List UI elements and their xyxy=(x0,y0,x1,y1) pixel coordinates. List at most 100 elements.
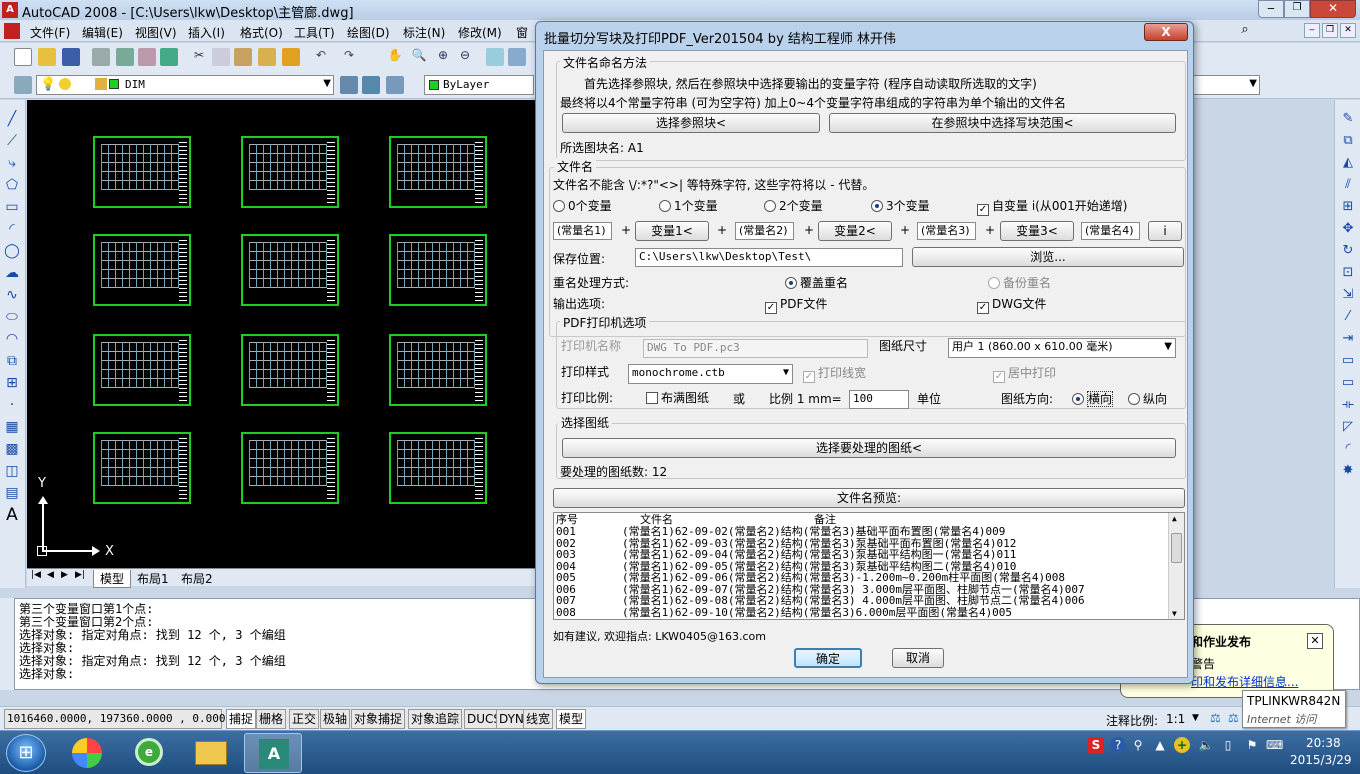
minimize-button[interactable]: ‒ xyxy=(1258,0,1284,18)
circle-icon[interactable]: ◯ xyxy=(3,242,21,260)
select-sheets-button[interactable]: 选择要处理的图纸< xyxy=(562,438,1176,458)
ime-tray-icon[interactable]: ⌨ xyxy=(1266,737,1283,753)
tab-nav-first-icon[interactable]: |◀ xyxy=(31,570,41,580)
doc-icon[interactable] xyxy=(4,23,20,39)
ratio-input[interactable]: 100 xyxy=(849,390,909,409)
layer-states-icon[interactable] xyxy=(386,76,404,94)
paste-icon[interactable] xyxy=(234,48,252,66)
make-block-icon[interactable]: ⊞ xyxy=(3,374,21,392)
clock-time[interactable]: 20:38 xyxy=(1306,736,1341,750)
overwrite-radio[interactable]: 覆盖重名 xyxy=(785,274,848,291)
grid-toggle[interactable]: 栅格 xyxy=(256,709,287,729)
doc-close-button[interactable]: ✕ xyxy=(1340,23,1356,38)
action-center-icon[interactable]: ⚑ xyxy=(1244,737,1260,753)
printer-name-dropdown[interactable]: DWG To PDF.pc3 xyxy=(643,339,868,358)
ortho-toggle[interactable]: 正交 xyxy=(289,709,320,729)
scroll-up-icon[interactable]: ▲ xyxy=(1172,513,1177,524)
taskbar-app-autocad[interactable]: A xyxy=(244,733,302,773)
annotation-scale-value[interactable]: 1:1 xyxy=(1166,712,1185,726)
variable-1-button[interactable]: 变量1< xyxy=(635,221,709,241)
increment-i-button[interactable]: i xyxy=(1148,221,1182,241)
layer-dropdown[interactable]: 💡 DIM ▼ xyxy=(36,75,334,95)
open-icon[interactable] xyxy=(38,48,56,66)
notification-link[interactable]: 印和发布详细信息... xyxy=(1191,673,1298,690)
network-tray-icon[interactable]: ⚲ xyxy=(1130,737,1146,753)
help-search-icon[interactable]: ⌕ xyxy=(1236,22,1254,40)
list-row[interactable]: 005 (常量名1)62-09-06(常量名2)结构(常量名3)-1.200m~0… xyxy=(556,572,1065,584)
stretch-icon[interactable]: ⇲ xyxy=(1339,286,1357,304)
ok-button[interactable]: 确定 xyxy=(794,648,862,668)
join-icon[interactable]: ⟛ xyxy=(1339,396,1357,414)
menu-tools[interactable]: 工具(T) xyxy=(294,24,335,41)
constant-1-field[interactable]: (常量名1) xyxy=(553,222,612,240)
model-toggle[interactable]: 模型 xyxy=(556,709,587,729)
menu-draw[interactable]: 绘图(D) xyxy=(347,24,390,41)
scale-icon[interactable]: ⊡ xyxy=(1339,264,1357,282)
tab-model[interactable]: 模型 xyxy=(93,570,132,588)
copy-object-icon[interactable]: ⧉ xyxy=(1339,132,1357,150)
var-option-1[interactable]: 1个变量 xyxy=(659,197,718,214)
auto-scale-icon[interactable]: ⚖ xyxy=(1228,711,1239,725)
select-reference-block-button[interactable]: 选择参照块< xyxy=(562,113,820,133)
device-tray-icon[interactable]: ▯ xyxy=(1220,737,1236,753)
dialog-close-button[interactable]: X xyxy=(1144,23,1188,41)
tab-nav-last-icon[interactable]: ▶| xyxy=(75,570,85,580)
line-icon[interactable]: ╱ xyxy=(3,110,21,128)
backup-radio[interactable]: 备份重名 xyxy=(988,274,1051,291)
make-current-layer-icon[interactable] xyxy=(340,76,358,94)
plot-lineweight-checkbox[interactable]: ✓ 打印线宽 xyxy=(803,364,866,383)
snap-toggle[interactable]: 捕捉 xyxy=(226,709,257,729)
menu-edit[interactable]: 编辑(E) xyxy=(82,24,123,41)
gradient-icon[interactable]: ▩ xyxy=(3,440,21,458)
ellipse-icon[interactable]: ⬭ xyxy=(3,308,21,326)
erase-icon[interactable]: ✎ xyxy=(1339,110,1357,128)
plot-style-dropdown[interactable]: monochrome.ctb ▼ xyxy=(628,364,793,384)
mtext-icon[interactable]: A xyxy=(3,506,21,524)
taskbar-app-paint[interactable] xyxy=(58,733,116,773)
close-window-button[interactable]: ✕ xyxy=(1310,0,1356,18)
scroll-thumb[interactable] xyxy=(1171,533,1182,563)
list-scrollbar[interactable]: ▲ ▼ xyxy=(1168,513,1184,619)
filename-preview-button[interactable]: 文件名预览: xyxy=(553,488,1185,508)
start-button[interactable]: ⊞ xyxy=(6,734,46,772)
filename-preview-list[interactable]: 序号 文件名 备注 001 (常量名1)62-09-02(常量名2)结构(常量名3… xyxy=(553,512,1185,620)
paper-size-dropdown[interactable]: 用户 1 (860.00 x 610.00 毫米) ▼ xyxy=(948,338,1176,358)
constant-3-field[interactable]: (常量名3) xyxy=(917,222,976,240)
rectangle-icon[interactable]: ▭ xyxy=(3,198,21,216)
constant-4-field[interactable]: (常量名4) xyxy=(1081,222,1140,240)
zoom-window-icon[interactable]: ⊕ xyxy=(434,48,452,66)
trim-icon[interactable]: ⁄ xyxy=(1339,308,1357,326)
list-row[interactable]: 001 (常量名1)62-09-02(常量名2)结构(常量名3)基础平面布置图(常… xyxy=(556,526,1005,538)
landscape-radio[interactable]: 横向 xyxy=(1072,390,1114,407)
clock-date[interactable]: 2015/3/29 xyxy=(1290,753,1352,767)
menu-dimension[interactable]: 标注(N) xyxy=(403,24,445,41)
otrack-toggle[interactable]: 对象追踪 xyxy=(408,709,463,729)
zoom-realtime-icon[interactable]: 🔍 xyxy=(410,48,428,66)
insert-block-icon[interactable]: ⧉ xyxy=(3,352,21,370)
mirror-icon[interactable]: ◭ xyxy=(1339,154,1357,172)
acad-app-icon[interactable]: A xyxy=(2,2,18,18)
break-icon[interactable]: ▭ xyxy=(1339,374,1357,392)
hatch-icon[interactable]: ▦ xyxy=(3,418,21,436)
extend-icon[interactable]: ⇥ xyxy=(1339,330,1357,348)
notification-close-button[interactable]: ✕ xyxy=(1307,633,1323,649)
explode-icon[interactable]: ✸ xyxy=(1339,462,1357,480)
select-write-range-button[interactable]: 在参照块中选择写块范围< xyxy=(829,113,1176,133)
menu-file[interactable]: 文件(F) xyxy=(30,24,70,41)
chevron-down-icon[interactable]: ▼ xyxy=(1192,713,1199,723)
lineweight-toggle[interactable]: 线宽 xyxy=(523,709,554,729)
tab-layout1[interactable]: 布局1 xyxy=(133,570,173,587)
color-dropdown[interactable]: ByLayer xyxy=(424,75,534,95)
layer-previous-icon[interactable] xyxy=(362,76,380,94)
list-row[interactable]: 008 (常量名1)62-09-10(常量名2)结构(常量名3)6.000m层平面… xyxy=(556,607,1012,619)
revcloud-icon[interactable]: ☁ xyxy=(3,264,21,282)
table-icon[interactable]: ▤ xyxy=(3,484,21,502)
array-icon[interactable]: ⊞ xyxy=(1339,198,1357,216)
constant-2-field[interactable]: (常量名2) xyxy=(735,222,794,240)
doc-restore-button[interactable]: ❐ xyxy=(1322,23,1338,38)
layer-manager-icon[interactable] xyxy=(14,76,32,94)
var-option-2[interactable]: 2个变量 xyxy=(764,197,823,214)
browse-button[interactable]: 浏览... xyxy=(912,247,1184,267)
polar-toggle[interactable]: 极轴 xyxy=(320,709,351,729)
new-icon[interactable] xyxy=(14,48,32,66)
